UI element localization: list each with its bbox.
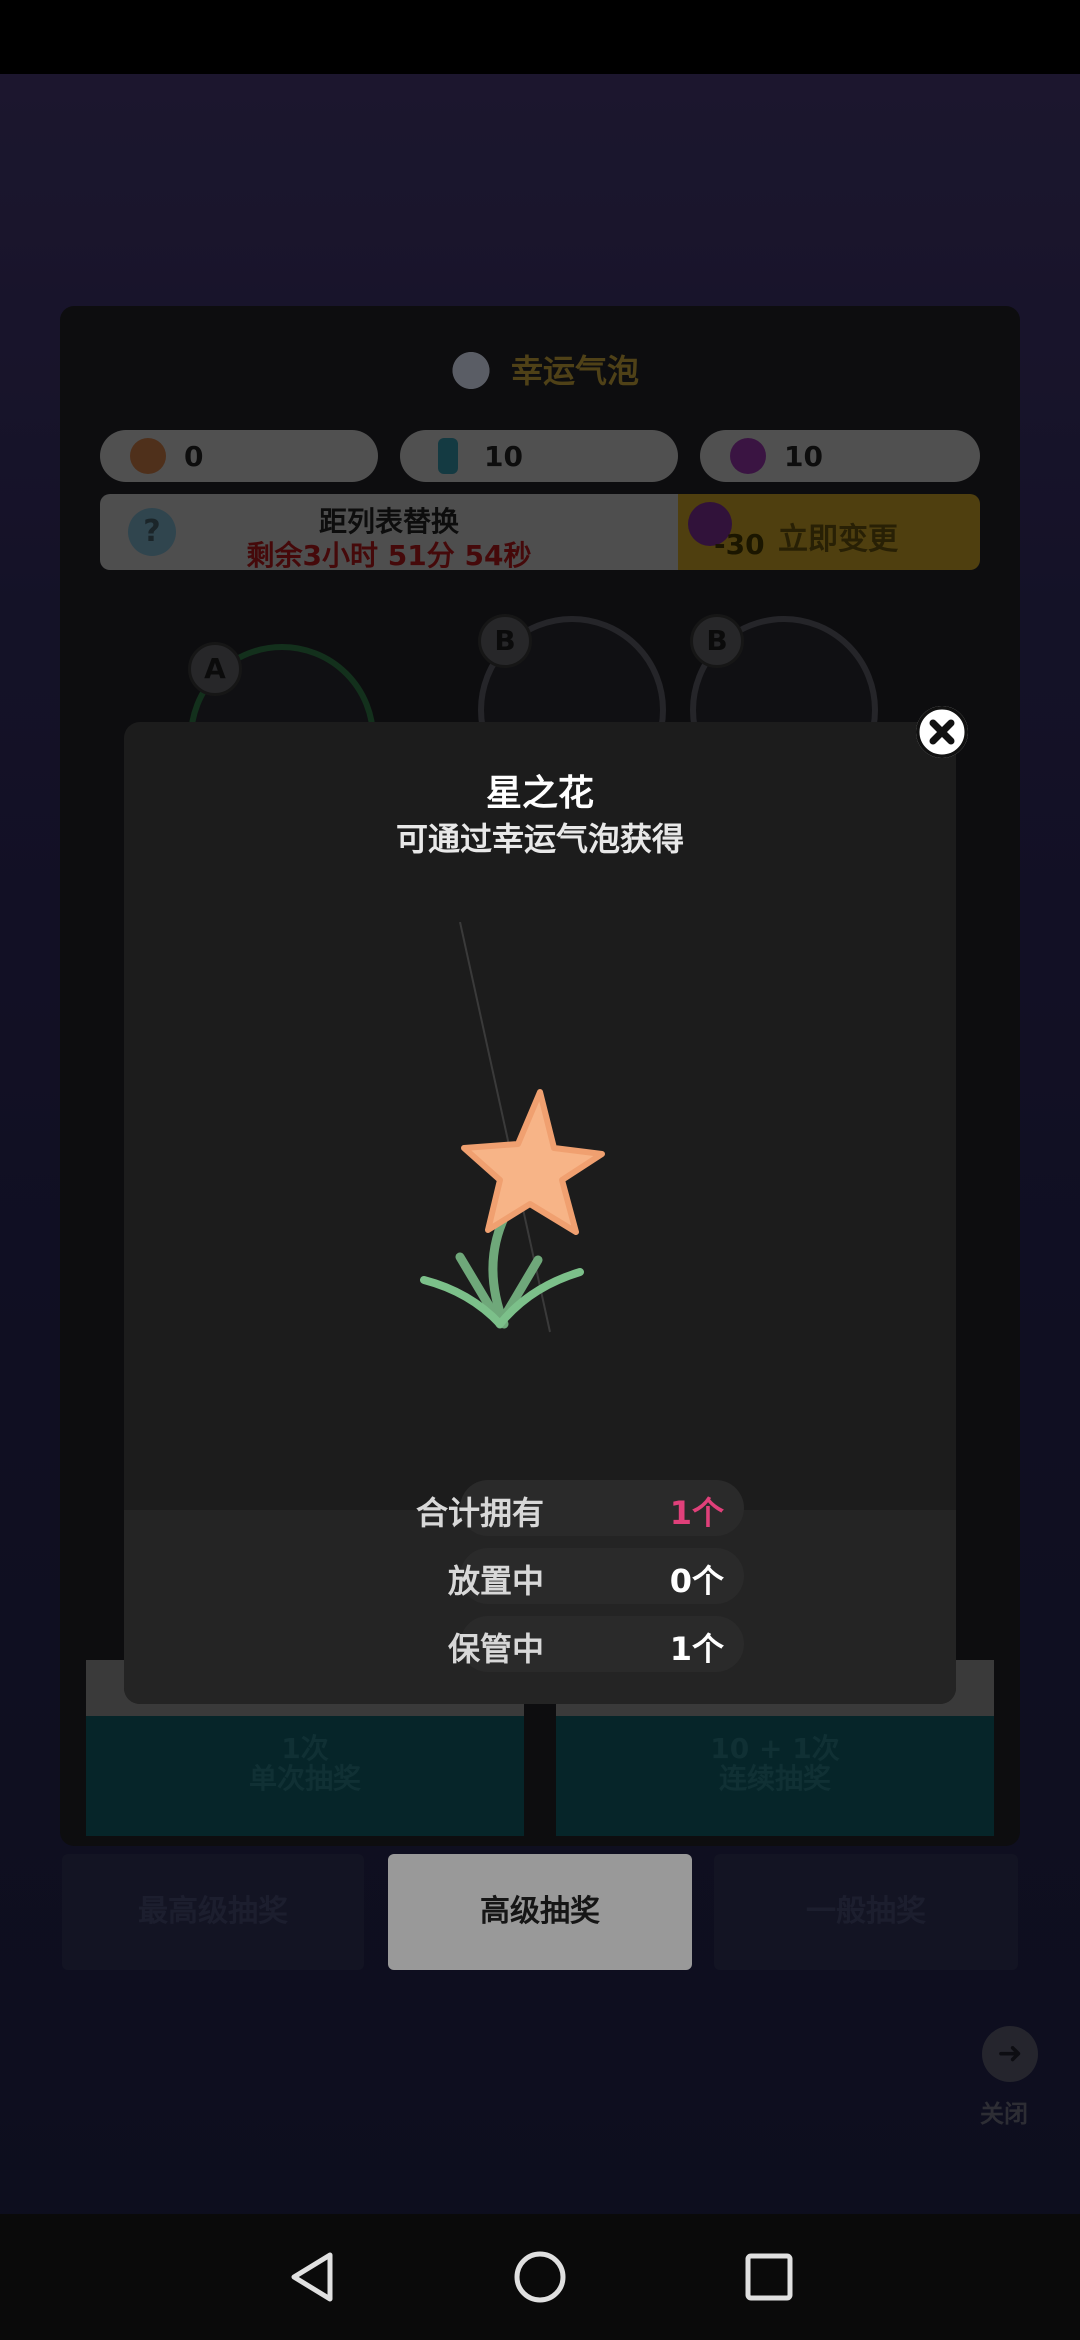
stat-value: 1个 — [669, 1494, 724, 1532]
stat-stored: 保管中 1个 — [324, 1616, 744, 1672]
back-triangle-icon — [291, 2252, 333, 2302]
stat-value: 0个 — [669, 1562, 724, 1600]
item-name: 星之花 — [485, 773, 594, 814]
stat-total-owned: 合计拥有 1个 — [324, 1480, 744, 1536]
nav-recents-button[interactable] — [734, 2242, 804, 2312]
stat-label: 保管中 — [447, 1630, 544, 1668]
stat-value: 1个 — [669, 1630, 724, 1668]
item-detail-modal: 星之花 可通过幸运气泡获得 合计拥有 1个 放置中 0个 保管中 1个 — [124, 722, 956, 1704]
nav-back-button[interactable] — [276, 2242, 346, 2312]
item-source: 可通过幸运气泡获得 — [395, 820, 684, 858]
stat-label: 放置中 — [447, 1562, 544, 1600]
close-icon — [916, 706, 968, 758]
modal-close-button[interactable] — [916, 706, 968, 758]
modal-stats-area — [124, 1510, 956, 1704]
nav-home-button[interactable] — [505, 2242, 575, 2312]
stat-label: 合计拥有 — [415, 1494, 544, 1532]
stat-placed: 放置中 0个 — [324, 1548, 744, 1604]
home-circle-icon — [514, 2251, 566, 2303]
recents-square-icon — [745, 2253, 793, 2301]
system-navigation-bar — [0, 2214, 1080, 2340]
status-bar — [0, 0, 1080, 74]
star-flower-icon — [420, 922, 605, 1333]
